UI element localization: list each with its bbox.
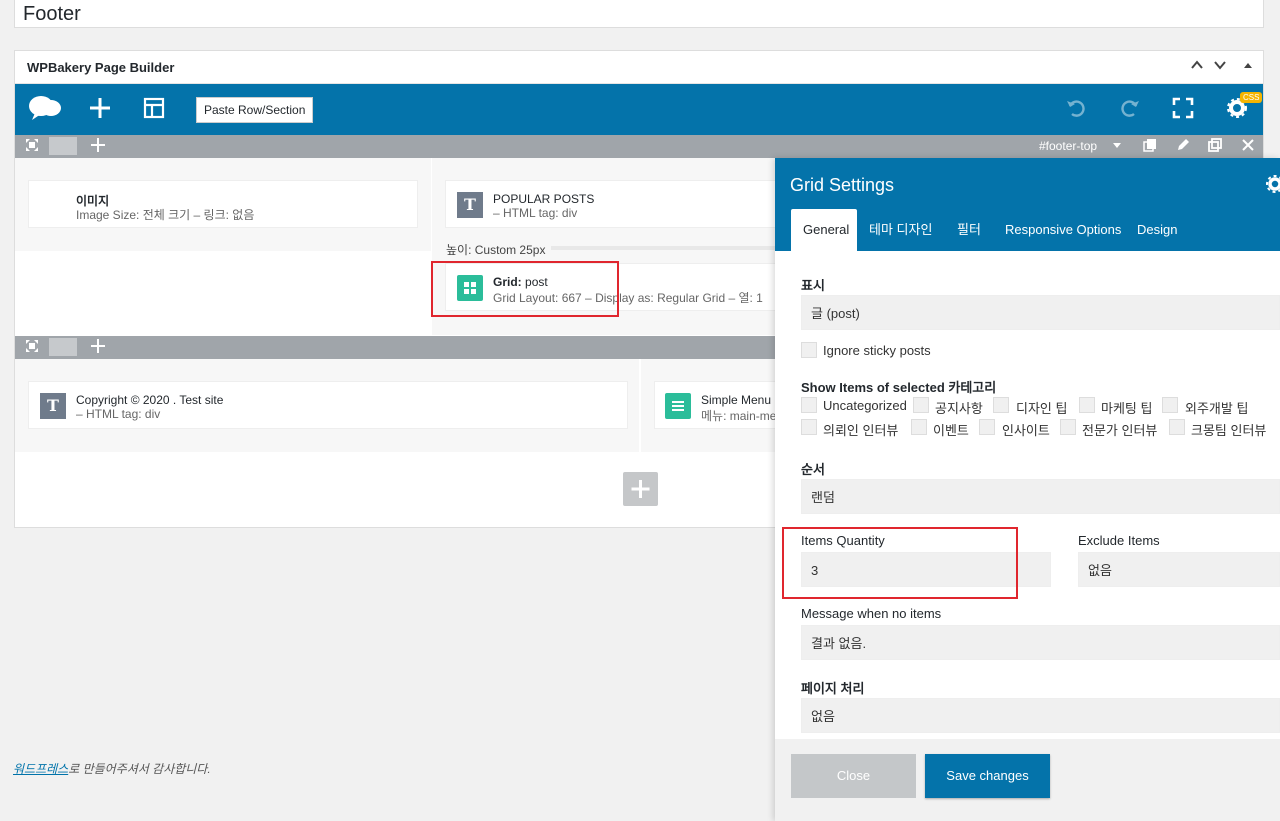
css-badge: CSS [1240,92,1263,103]
spacer-line [551,246,791,250]
tab-filter[interactable]: 필터 [945,209,993,251]
wordpress-link[interactable]: 워드프레스 [13,762,68,776]
category-label: Uncategorized [823,398,907,413]
image-element[interactable]: 이미지 Image Size: 전체 크기 – 링크: 없음 [28,180,418,228]
order-select[interactable]: 랜덤 [801,479,1280,514]
display-label: 표시 [801,278,825,293]
copy-icon[interactable] [1143,138,1157,155]
category-checkbox[interactable] [911,419,927,435]
spacer-height-label: 높이: Custom 25px [446,243,546,257]
category-label: 마케팅 팁 [1101,401,1153,416]
move-row-icon[interactable] [25,339,39,356]
caret-down-icon[interactable] [1112,138,1122,155]
text-element[interactable]: T POPULAR POSTS – HTML tag: div [445,180,785,228]
category-checkbox[interactable] [993,397,1009,413]
category-label: 의뢰인 인터뷰 [823,423,899,438]
add-row-icon[interactable] [91,339,105,356]
row-id-label: #footer-top [1039,139,1098,153]
category-label: 크몽팀 인터뷰 [1191,423,1267,438]
category-checkbox[interactable] [1079,397,1095,413]
fullscreen-icon[interactable] [1172,97,1194,124]
highlight-box [431,261,619,317]
gear-icon[interactable] [1265,174,1280,199]
add-element-icon[interactable] [89,97,111,124]
close-button[interactable]: Close [791,754,916,798]
redo-icon[interactable] [1119,97,1141,124]
category-checkbox[interactable] [801,419,817,435]
element-title: Copyright © 2020 . Test site [76,393,224,407]
wpbakery-logo-icon[interactable] [27,93,63,128]
delete-icon[interactable] [1241,138,1255,155]
category-label: 디자인 팁 [1016,401,1068,416]
ignore-sticky-checkbox[interactable] [801,342,817,358]
ignore-sticky-label: Ignore sticky posts [823,343,931,358]
highlight-box [782,527,1018,599]
category-checkbox[interactable] [1060,419,1076,435]
footer-credit: 워드프레스로 만들어주셔서 감사합니다. [13,760,211,777]
templates-icon[interactable] [143,97,165,124]
menu-icon [665,393,691,419]
category-label: 인사이트 [1002,423,1050,438]
row-layout-icon[interactable] [49,338,77,356]
category-label: 이벤트 [933,423,969,438]
exclude-items-input[interactable]: 없음 [1078,552,1280,587]
panel-footer: Close Save changes [775,739,1280,821]
panel-title: Grid Settings [790,175,895,195]
undo-icon[interactable] [1065,97,1087,124]
grid-settings-panel: Grid Settings General 테마 디자인 필터 Responsi… [775,158,1280,821]
add-row-icon[interactable] [91,138,105,155]
row-controls-bar: #footer-top [15,135,1263,158]
paste-row-button[interactable]: Paste Row/Section [196,97,314,123]
row-layout-icon[interactable] [49,137,77,155]
element-title: Simple Menu [701,393,772,407]
panel-header: Grid Settings General 테마 디자인 필터 Responsi… [775,158,1280,251]
collapse-triangle-icon[interactable] [1242,58,1254,74]
element-title: POPULAR POSTS [493,192,595,206]
wpbakery-header: WPBakery Page Builder [15,51,1263,84]
no-items-message-label: Message when no items [801,606,942,621]
text-element[interactable]: T Copyright © 2020 . Test site – HTML ta… [28,381,628,429]
category-checkbox[interactable] [1169,419,1185,435]
category-checkbox[interactable] [1162,397,1178,413]
tab-responsive-options[interactable]: Responsive Options [993,209,1133,251]
footer-credit-text: 로 만들어주셔서 감사합니다. [68,762,211,776]
order-label: 순서 [801,462,825,477]
display-select[interactable]: 글 (post) [801,295,1280,330]
category-label: 공지사항 [935,401,983,416]
no-items-message-input[interactable]: 결과 없음. [801,625,1280,660]
category-label: 외주개발 팁 [1185,401,1249,416]
tab-design[interactable]: Design [1125,209,1189,251]
chevron-up-icon[interactable] [1190,58,1204,75]
category-checkbox[interactable] [979,419,995,435]
text-block-icon: T [40,393,66,419]
add-row-button[interactable] [623,472,658,506]
category-label: 전문가 인터뷰 [1082,423,1158,438]
element-description: – HTML tag: div [493,206,578,220]
element-description: Image Size: 전체 크기 – 링크: 없음 [76,208,255,222]
wpbakery-title: WPBakery Page Builder [27,60,175,75]
tab-theme-design[interactable]: 테마 디자인 [857,209,944,251]
category-checkbox[interactable] [801,397,817,413]
pagination-label: 페이지 처리 [801,681,865,696]
pagination-select[interactable]: 없음 [801,698,1280,733]
show-items-label: Show Items of selected 카테고리 [801,380,997,395]
element-description: – HTML tag: div [76,407,161,421]
category-checkbox[interactable] [913,397,929,413]
exclude-items-label: Exclude Items [1078,533,1160,548]
menu-element[interactable]: Simple Menu 메뉴: main-menu [654,381,794,429]
text-block-icon: T [457,192,483,218]
post-title-input[interactable]: Footer [14,0,1264,28]
move-row-icon[interactable] [25,138,39,155]
tab-general[interactable]: General [791,209,857,251]
pencil-icon[interactable] [1176,138,1190,155]
save-changes-button[interactable]: Save changes [925,754,1050,798]
chevron-down-icon[interactable] [1213,58,1227,75]
builder-toolbar: Paste Row/Section CSS [15,84,1263,135]
clone-icon[interactable] [1208,138,1222,155]
